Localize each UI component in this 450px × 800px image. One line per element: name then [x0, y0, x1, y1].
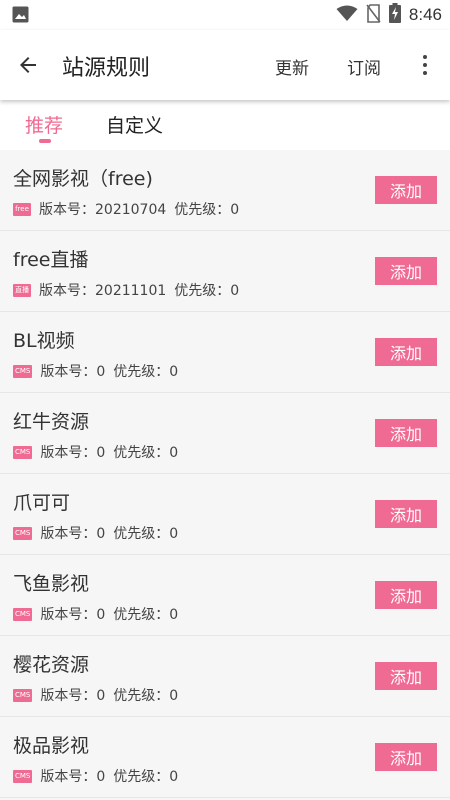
subscribe-button[interactable]: 订阅	[347, 54, 381, 79]
wifi-icon	[336, 5, 358, 26]
add-button[interactable]: 添加	[375, 581, 437, 609]
source-name: 樱花资源	[13, 654, 90, 676]
source-name: 全网影视（free)	[13, 168, 153, 190]
source-type-badge: CMS	[13, 769, 33, 783]
add-button[interactable]: 添加	[375, 500, 437, 528]
source-priority: 优先级：0	[113, 688, 179, 704]
list-item: 樱花资源 CMS 版本号：0 优先级：0 添加	[0, 636, 450, 717]
source-meta: CMS 版本号：0 优先级：0	[13, 443, 178, 461]
list-item: BL视频 CMS 版本号：0 优先级：0 添加	[0, 312, 450, 393]
source-meta: 直播 版本号：20211101 优先级：0	[13, 281, 239, 299]
add-button[interactable]: 添加	[375, 419, 437, 447]
image-icon	[12, 6, 29, 23]
source-name: 爪可可	[13, 492, 71, 514]
list-item: 全网影视（free) free 版本号：20210704 优先级：0 添加	[0, 150, 450, 231]
source-priority: 优先级：0	[113, 769, 179, 785]
battery-charging-icon	[388, 3, 401, 27]
back-button[interactable]	[10, 47, 46, 83]
page-title: 站源规则	[62, 56, 151, 81]
source-meta: free 版本号：20210704 优先级：0	[13, 200, 239, 218]
source-version: 版本号：0	[40, 364, 106, 380]
app-bar: 站源规则 更新 订阅	[0, 30, 450, 100]
no-sim-icon	[366, 3, 381, 27]
source-version: 版本号：0	[40, 688, 106, 704]
add-button[interactable]: 添加	[375, 743, 437, 771]
source-name: 极品影视	[13, 735, 90, 757]
source-name: free直播	[13, 249, 89, 271]
tab-indicator	[39, 139, 51, 143]
more-vert-icon	[423, 55, 427, 59]
arrow-left-icon	[20, 57, 36, 73]
source-version: 版本号：0	[40, 526, 106, 542]
list-item: 飞鱼影视 CMS 版本号：0 优先级：0 添加	[0, 555, 450, 636]
source-type-badge: CMS	[13, 526, 33, 540]
list-item: 极品影视 CMS 版本号：0 优先级：0 添加	[0, 717, 450, 798]
more-options-button[interactable]	[412, 48, 438, 82]
source-version: 版本号：0	[40, 769, 106, 785]
source-meta: CMS 版本号：0 优先级：0	[13, 767, 178, 785]
source-name: BL视频	[13, 330, 75, 352]
source-meta: CMS 版本号：0 优先级：0	[13, 686, 178, 704]
source-meta: CMS 版本号：0 优先级：0	[13, 605, 178, 623]
tab-custom[interactable]: 自定义	[106, 111, 163, 138]
add-button[interactable]: 添加	[375, 176, 437, 204]
source-type-badge: 直播	[13, 283, 31, 297]
source-type-badge: CMS	[13, 364, 33, 378]
source-version: 版本号：0	[40, 607, 106, 623]
source-priority: 优先级：0	[174, 283, 240, 299]
clock: 8:46	[408, 5, 442, 24]
source-priority: 优先级：0	[113, 526, 179, 542]
source-type-badge: free	[13, 202, 31, 216]
tab-bar: 推荐 自定义	[0, 100, 450, 150]
source-meta: CMS 版本号：0 优先级：0	[13, 524, 178, 542]
source-list: 全网影视（free) free 版本号：20210704 优先级：0 添加 fr…	[0, 150, 450, 798]
add-button[interactable]: 添加	[375, 662, 437, 690]
update-button[interactable]: 更新	[275, 54, 309, 79]
source-name: 飞鱼影视	[13, 573, 90, 595]
list-item: free直播 直播 版本号：20211101 优先级：0 添加	[0, 231, 450, 312]
source-type-badge: CMS	[13, 688, 33, 702]
source-priority: 优先级：0	[113, 364, 179, 380]
source-version: 版本号：20210704	[39, 202, 167, 218]
add-button[interactable]: 添加	[375, 338, 437, 366]
source-priority: 优先级：0	[174, 202, 240, 218]
source-version: 版本号：20211101	[39, 283, 167, 299]
source-priority: 优先级：0	[113, 445, 179, 461]
source-name: 红牛资源	[13, 411, 90, 433]
source-priority: 优先级：0	[113, 607, 179, 623]
status-icons: 8:46	[336, 3, 442, 27]
source-type-badge: CMS	[13, 445, 33, 459]
source-type-badge: CMS	[13, 607, 33, 621]
list-item: 红牛资源 CMS 版本号：0 优先级：0 添加	[0, 393, 450, 474]
tab-recommended[interactable]: 推荐	[25, 111, 63, 138]
list-item: 爪可可 CMS 版本号：0 优先级：0 添加	[0, 474, 450, 555]
add-button[interactable]: 添加	[375, 257, 437, 285]
source-meta: CMS 版本号：0 优先级：0	[13, 362, 178, 380]
source-version: 版本号：0	[40, 445, 106, 461]
status-bar: 8:46	[0, 0, 450, 30]
